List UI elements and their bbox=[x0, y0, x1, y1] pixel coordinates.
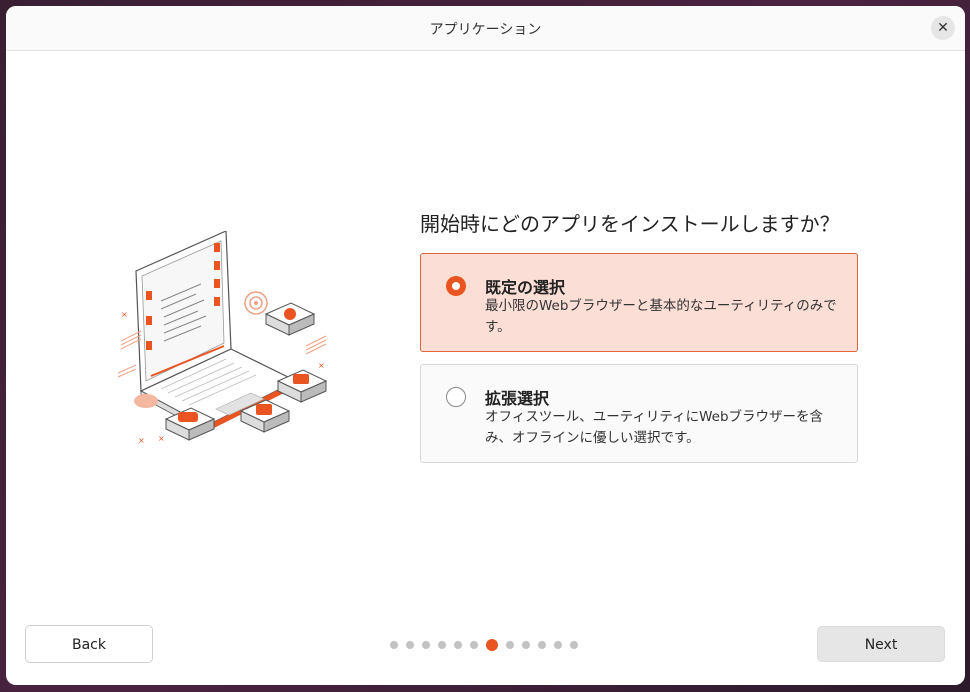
svg-text:×: × bbox=[318, 361, 325, 370]
close-button[interactable]: ✕ bbox=[931, 16, 955, 40]
option-description: オフィスツール、ユーティリティにWebブラウザーを含み、オフラインに優しい選択で… bbox=[485, 409, 824, 446]
progress-dot bbox=[570, 641, 578, 649]
installer-window: アプリケーション ✕ × × × × 開始時にどのアプリをインストールしますか？… bbox=[6, 6, 965, 685]
progress-dot bbox=[554, 641, 562, 649]
svg-text:×: × bbox=[138, 436, 145, 445]
close-icon: ✕ bbox=[937, 20, 949, 36]
titlebar: アプリケーション ✕ bbox=[6, 6, 965, 51]
back-button[interactable]: Back bbox=[25, 625, 153, 663]
next-button[interactable]: Next bbox=[817, 626, 945, 662]
radio-button[interactable] bbox=[446, 387, 466, 407]
progress-dot bbox=[538, 641, 546, 649]
window-title: アプリケーション bbox=[429, 22, 542, 38]
option-description: 最小限のWebブラウザーと基本的なユーティリティのみです。 bbox=[485, 298, 837, 335]
option-title: 拡張選択 bbox=[485, 389, 550, 408]
progress-dot bbox=[390, 641, 398, 649]
option-extended-selection[interactable]: 拡張選択 オフィスツール、ユーティリティにWebブラウザーを含み、オフラインに優… bbox=[420, 364, 858, 463]
progress-dot bbox=[406, 641, 414, 649]
svg-text:×: × bbox=[158, 434, 165, 443]
progress-dot-active bbox=[486, 639, 498, 651]
question-heading: 開始時にどのアプリをインストールしますか？ bbox=[420, 212, 840, 236]
progress-dot bbox=[454, 641, 462, 649]
progress-dot bbox=[470, 641, 478, 649]
progress-dot bbox=[506, 641, 514, 649]
progress-dot bbox=[422, 641, 430, 649]
svg-text:×: × bbox=[121, 310, 128, 319]
progress-dot bbox=[438, 641, 446, 649]
radio-button-selected[interactable] bbox=[446, 276, 466, 296]
option-default-selection[interactable]: 既定の選択 最小限のWebブラウザーと基本的なユーティリティのみです。 bbox=[420, 253, 858, 352]
option-title: 既定の選択 bbox=[485, 278, 566, 297]
laptop-apps-illustration: × × × × bbox=[117, 231, 328, 445]
progress-dot bbox=[522, 641, 530, 649]
